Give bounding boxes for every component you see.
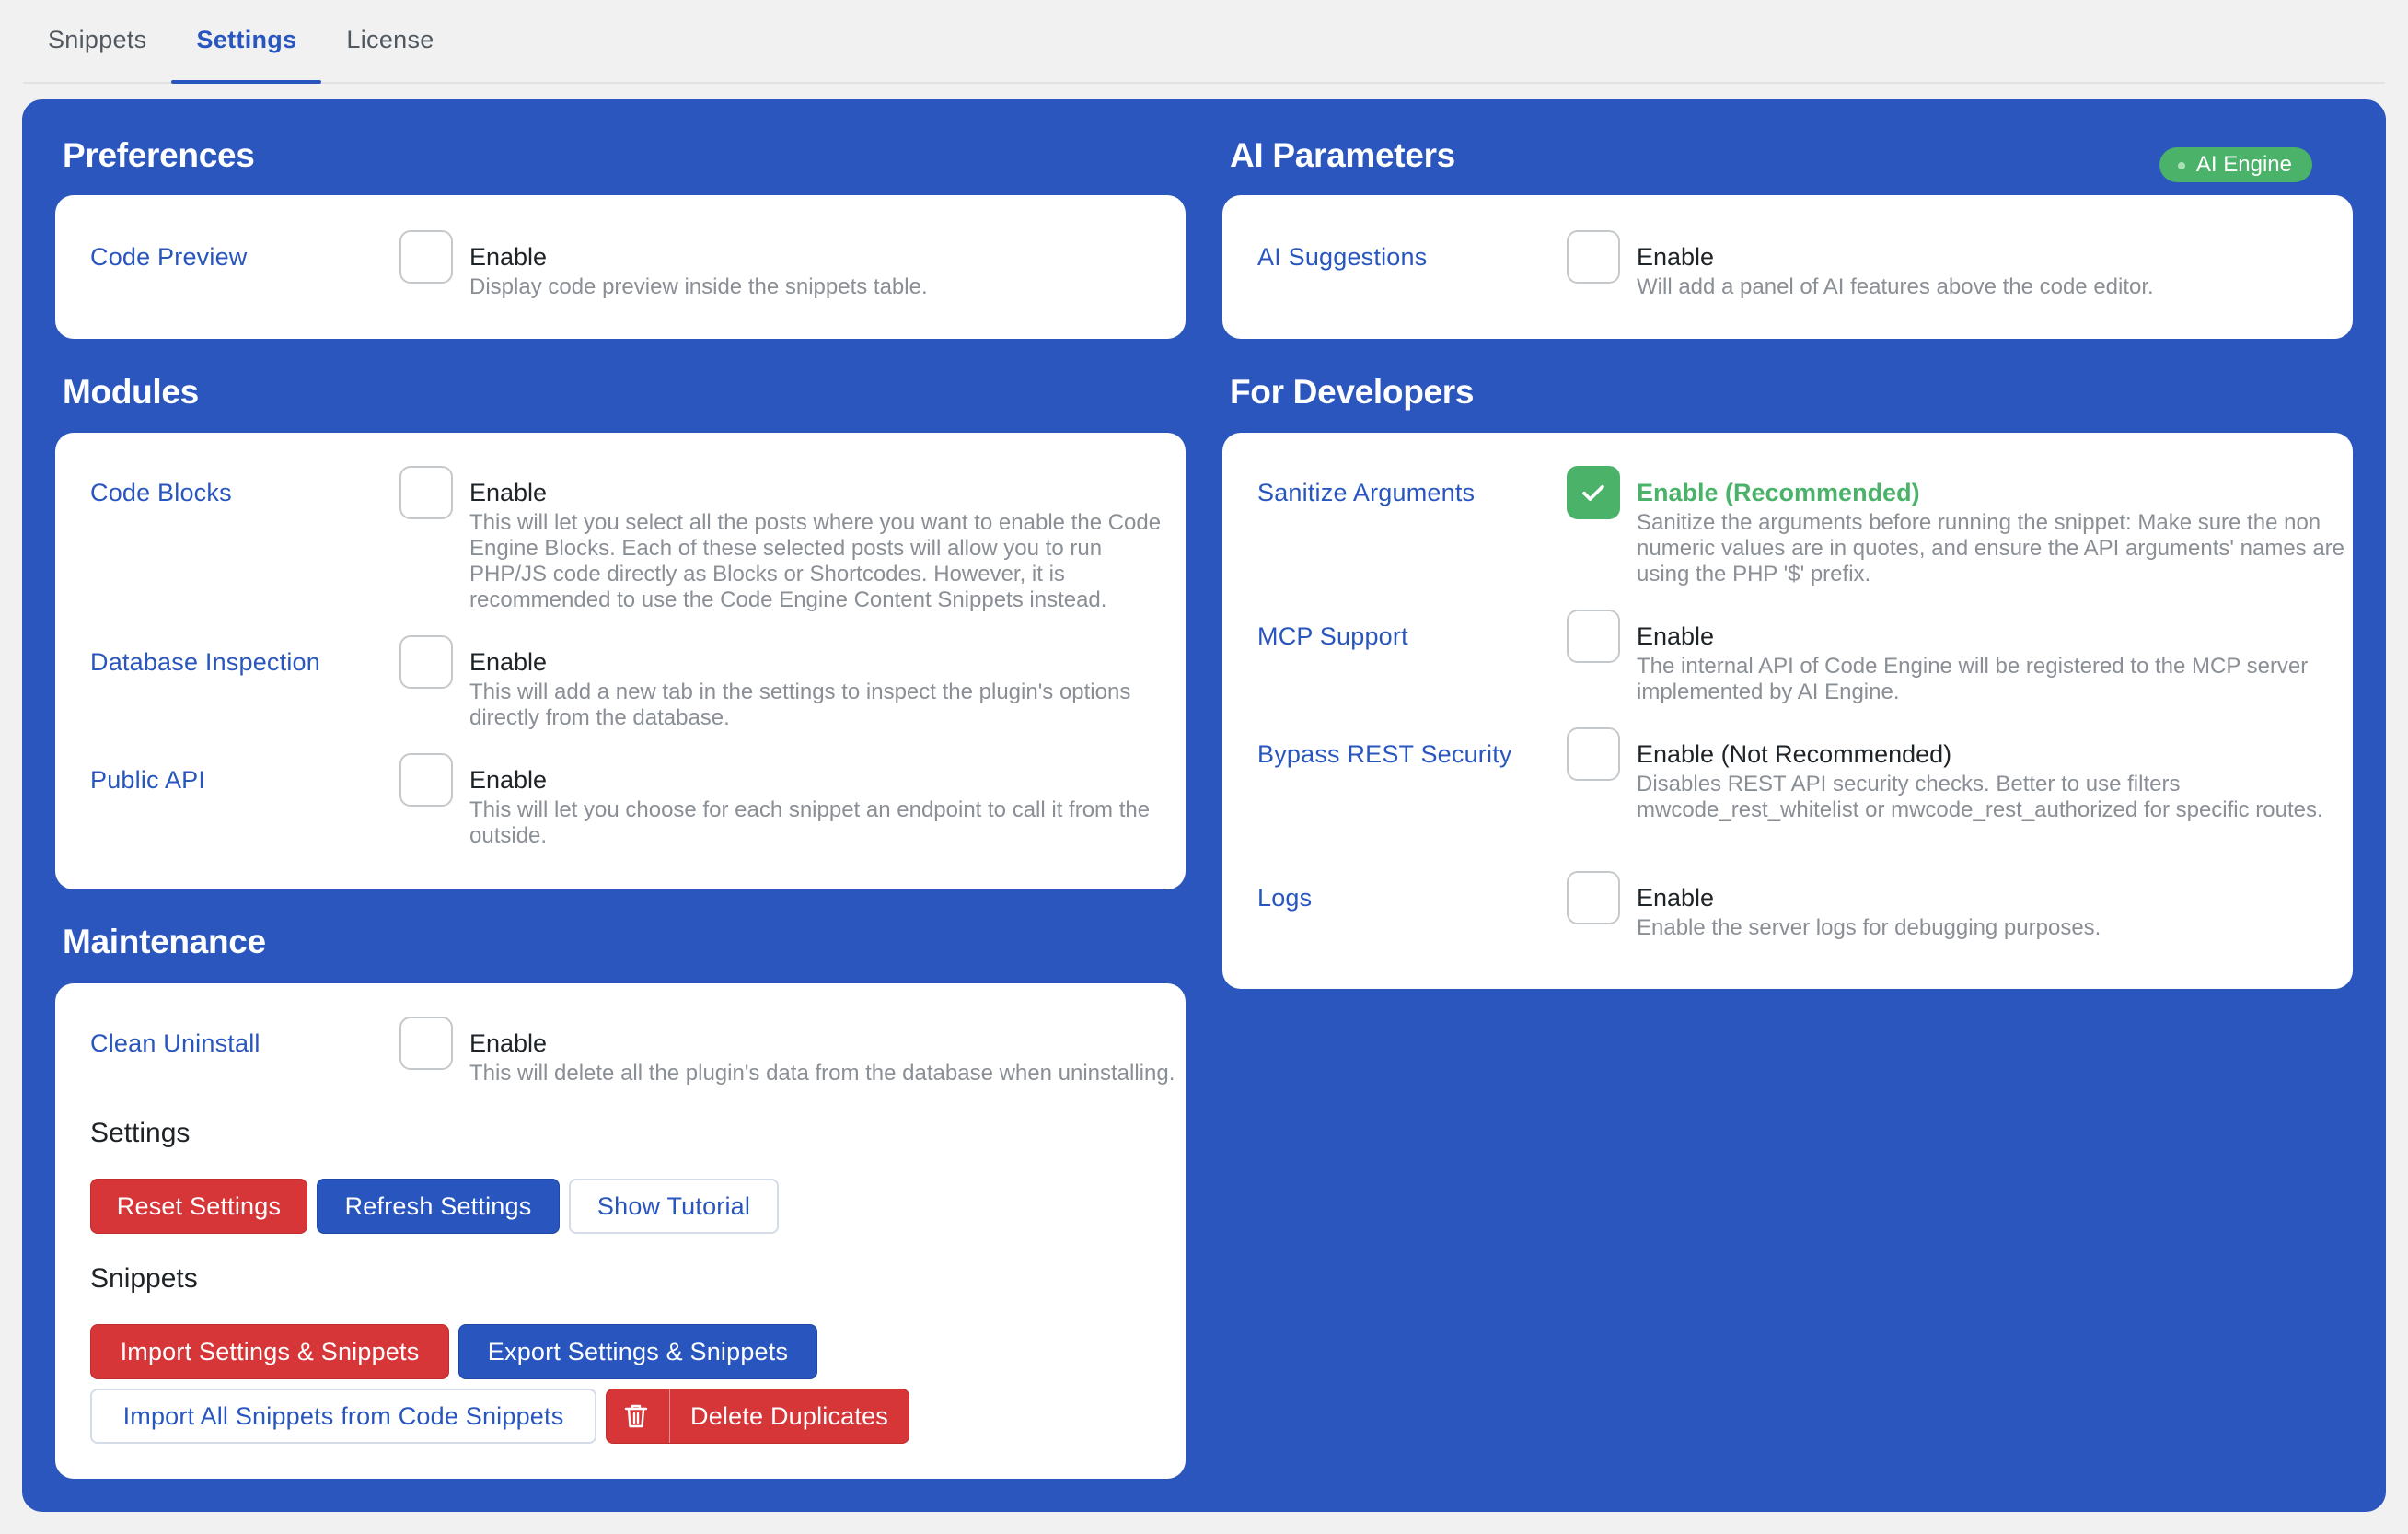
option-title: Enable (Recommended) bbox=[1637, 479, 1920, 506]
option-description: This will let you choose for each snippe… bbox=[469, 797, 1151, 848]
ai-engine-badge: AI Engine bbox=[2159, 147, 2312, 182]
preferences-card: Code Preview Enable Display code preview… bbox=[55, 195, 1186, 339]
code-blocks-checkbox[interactable] bbox=[399, 466, 453, 519]
settings-panel: Preferences Code Preview Enable Display … bbox=[22, 99, 2386, 1512]
delete-duplicates-button[interactable]: Delete Duplicates bbox=[606, 1389, 909, 1444]
option-title: Enable bbox=[469, 479, 548, 506]
option-description: This will let you select all the posts w… bbox=[469, 510, 1162, 612]
option-title: Enable bbox=[1637, 884, 1715, 912]
option-description: This will add a new tab in the settings … bbox=[469, 680, 1131, 730]
modules-title: Modules bbox=[63, 373, 199, 411]
setting-label: Code Preview bbox=[90, 243, 248, 271]
ai-parameters-card: AI Suggestions Enable Will add a panel o… bbox=[1222, 195, 2353, 339]
option-description: Disables REST API security checks. Bette… bbox=[1637, 772, 2323, 822]
badge-label: AI Engine bbox=[2195, 152, 2292, 177]
option-description: Sanitize the arguments before running th… bbox=[1637, 510, 2345, 587]
logs-checkbox[interactable] bbox=[1567, 871, 1620, 924]
modules-card: Code Blocks Enable This will let you sel… bbox=[55, 433, 1186, 889]
bypass-rest-security-checkbox[interactable] bbox=[1567, 727, 1620, 781]
setting-label: Database Inspection bbox=[90, 648, 320, 676]
show-tutorial-button[interactable]: Show Tutorial bbox=[569, 1179, 779, 1234]
for-developers-card: Sanitize Arguments Enable (Recommended) … bbox=[1222, 433, 2353, 989]
option-description: This will delete all the plugin's data f… bbox=[469, 1061, 1175, 1086]
settings-subheading: Settings bbox=[90, 1118, 191, 1148]
setting-label: Bypass REST Security bbox=[1257, 740, 1512, 768]
option-title: Enable bbox=[469, 648, 548, 676]
snippets-subheading: Snippets bbox=[90, 1263, 198, 1294]
option-description: Display code preview inside the snippets… bbox=[469, 274, 928, 299]
import-code-snippets-button[interactable]: Import All Snippets from Code Snippets bbox=[90, 1389, 596, 1444]
export-settings-snippets-button[interactable]: Export Settings & Snippets bbox=[458, 1324, 817, 1379]
setting-label: MCP Support bbox=[1257, 622, 1408, 650]
import-settings-snippets-button[interactable]: Import Settings & Snippets bbox=[90, 1324, 449, 1379]
option-title: Enable bbox=[469, 243, 548, 271]
refresh-settings-button[interactable]: Refresh Settings bbox=[317, 1179, 560, 1234]
setting-label: Clean Uninstall bbox=[90, 1029, 260, 1057]
delete-duplicates-label: Delete Duplicates bbox=[690, 1401, 889, 1430]
tab-license[interactable]: License bbox=[321, 0, 458, 82]
database-inspection-checkbox[interactable] bbox=[399, 635, 453, 689]
mcp-support-checkbox[interactable] bbox=[1567, 610, 1620, 663]
option-description: The internal API of Code Engine will be … bbox=[1637, 654, 2309, 704]
tab-settings[interactable]: Settings bbox=[171, 0, 322, 84]
for-developers-title: For Developers bbox=[1230, 373, 1475, 411]
ai-suggestions-checkbox[interactable] bbox=[1567, 230, 1620, 284]
preferences-title: Preferences bbox=[63, 136, 255, 174]
public-api-checkbox[interactable] bbox=[399, 753, 453, 807]
setting-label: Logs bbox=[1257, 884, 1313, 912]
option-title: Enable bbox=[1637, 622, 1715, 650]
clean-uninstall-checkbox[interactable] bbox=[399, 1017, 453, 1070]
status-dot-icon bbox=[2177, 162, 2185, 169]
option-title: Enable bbox=[469, 1029, 548, 1057]
maintenance-card: Clean Uninstall Enable This will delete … bbox=[55, 983, 1186, 1479]
code-preview-checkbox[interactable] bbox=[399, 230, 453, 284]
option-description: Will add a panel of AI features above th… bbox=[1637, 274, 2154, 299]
ai-parameters-title: AI Parameters bbox=[1230, 136, 1455, 174]
checkmark-icon bbox=[1582, 484, 1604, 501]
tab-snippets[interactable]: Snippets bbox=[23, 0, 171, 82]
option-title: Enable bbox=[1637, 243, 1715, 271]
setting-label: AI Suggestions bbox=[1257, 243, 1428, 271]
option-title: Enable bbox=[469, 766, 548, 794]
option-title: Enable (Not Recommended) bbox=[1637, 740, 1952, 768]
maintenance-title: Maintenance bbox=[63, 923, 266, 960]
option-description: Enable the server logs for debugging pur… bbox=[1637, 915, 2101, 940]
setting-label: Code Blocks bbox=[90, 479, 232, 506]
trash-icon bbox=[623, 1389, 670, 1443]
setting-label: Sanitize Arguments bbox=[1257, 479, 1476, 506]
tab-bar: Snippets Settings License bbox=[23, 0, 2385, 84]
setting-label: Public API bbox=[90, 766, 206, 794]
reset-settings-button[interactable]: Reset Settings bbox=[90, 1179, 307, 1234]
sanitize-arguments-checkbox[interactable] bbox=[1567, 466, 1620, 519]
